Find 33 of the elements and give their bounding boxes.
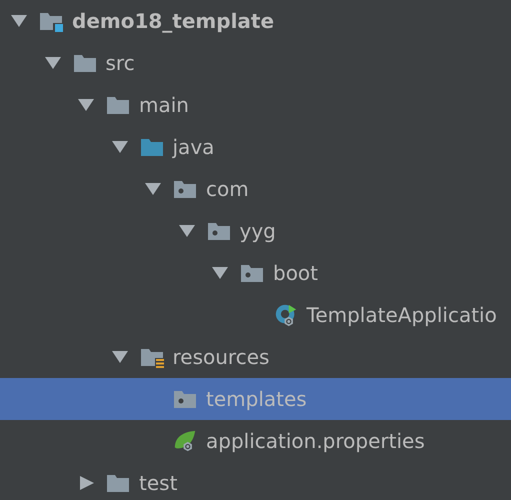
expand-arrow-icon[interactable] [77, 476, 95, 490]
tree-item[interactable]: yyg [0, 210, 511, 252]
tree-item-label: test [139, 471, 178, 495]
expand-arrow-icon[interactable] [10, 14, 28, 28]
spring-leaf-icon [172, 429, 198, 453]
tree-item[interactable]: java [0, 126, 511, 168]
tree-item[interactable]: demo18_template [0, 0, 511, 42]
tree-item[interactable]: com [0, 168, 511, 210]
tree-item[interactable]: application.properties [0, 420, 511, 462]
expand-arrow-icon[interactable] [110, 140, 128, 154]
tree-item-label: main [139, 93, 189, 117]
tree-item[interactable]: test [0, 462, 511, 500]
tree-item[interactable]: resources [0, 336, 511, 378]
expand-arrow-icon[interactable] [44, 56, 62, 70]
tree-item-label: com [206, 177, 249, 201]
tree-item-label: boot [273, 261, 318, 285]
expand-arrow-icon[interactable] [77, 98, 95, 112]
tree-item-label: src [106, 51, 135, 75]
tree-item-label: demo18_template [72, 9, 274, 33]
expand-arrow-icon[interactable] [178, 224, 196, 238]
tree-item-label: application.properties [206, 429, 425, 453]
tree-item-label: templates [206, 387, 307, 411]
expand-arrow-icon[interactable] [144, 182, 162, 196]
tree-item-label: java [172, 135, 214, 159]
tree-item[interactable]: src [0, 42, 511, 84]
tree-item-label: resources [172, 345, 270, 369]
expand-arrow-icon[interactable] [110, 350, 128, 364]
tree-item[interactable]: main [0, 84, 511, 126]
expand-arrow-icon[interactable] [211, 266, 229, 280]
tree-item-label: yyg [240, 219, 276, 243]
tree-item[interactable]: TemplateApplicatio [0, 294, 511, 336]
tree-item[interactable]: boot [0, 252, 511, 294]
tree-item-label: TemplateApplicatio [306, 303, 497, 327]
